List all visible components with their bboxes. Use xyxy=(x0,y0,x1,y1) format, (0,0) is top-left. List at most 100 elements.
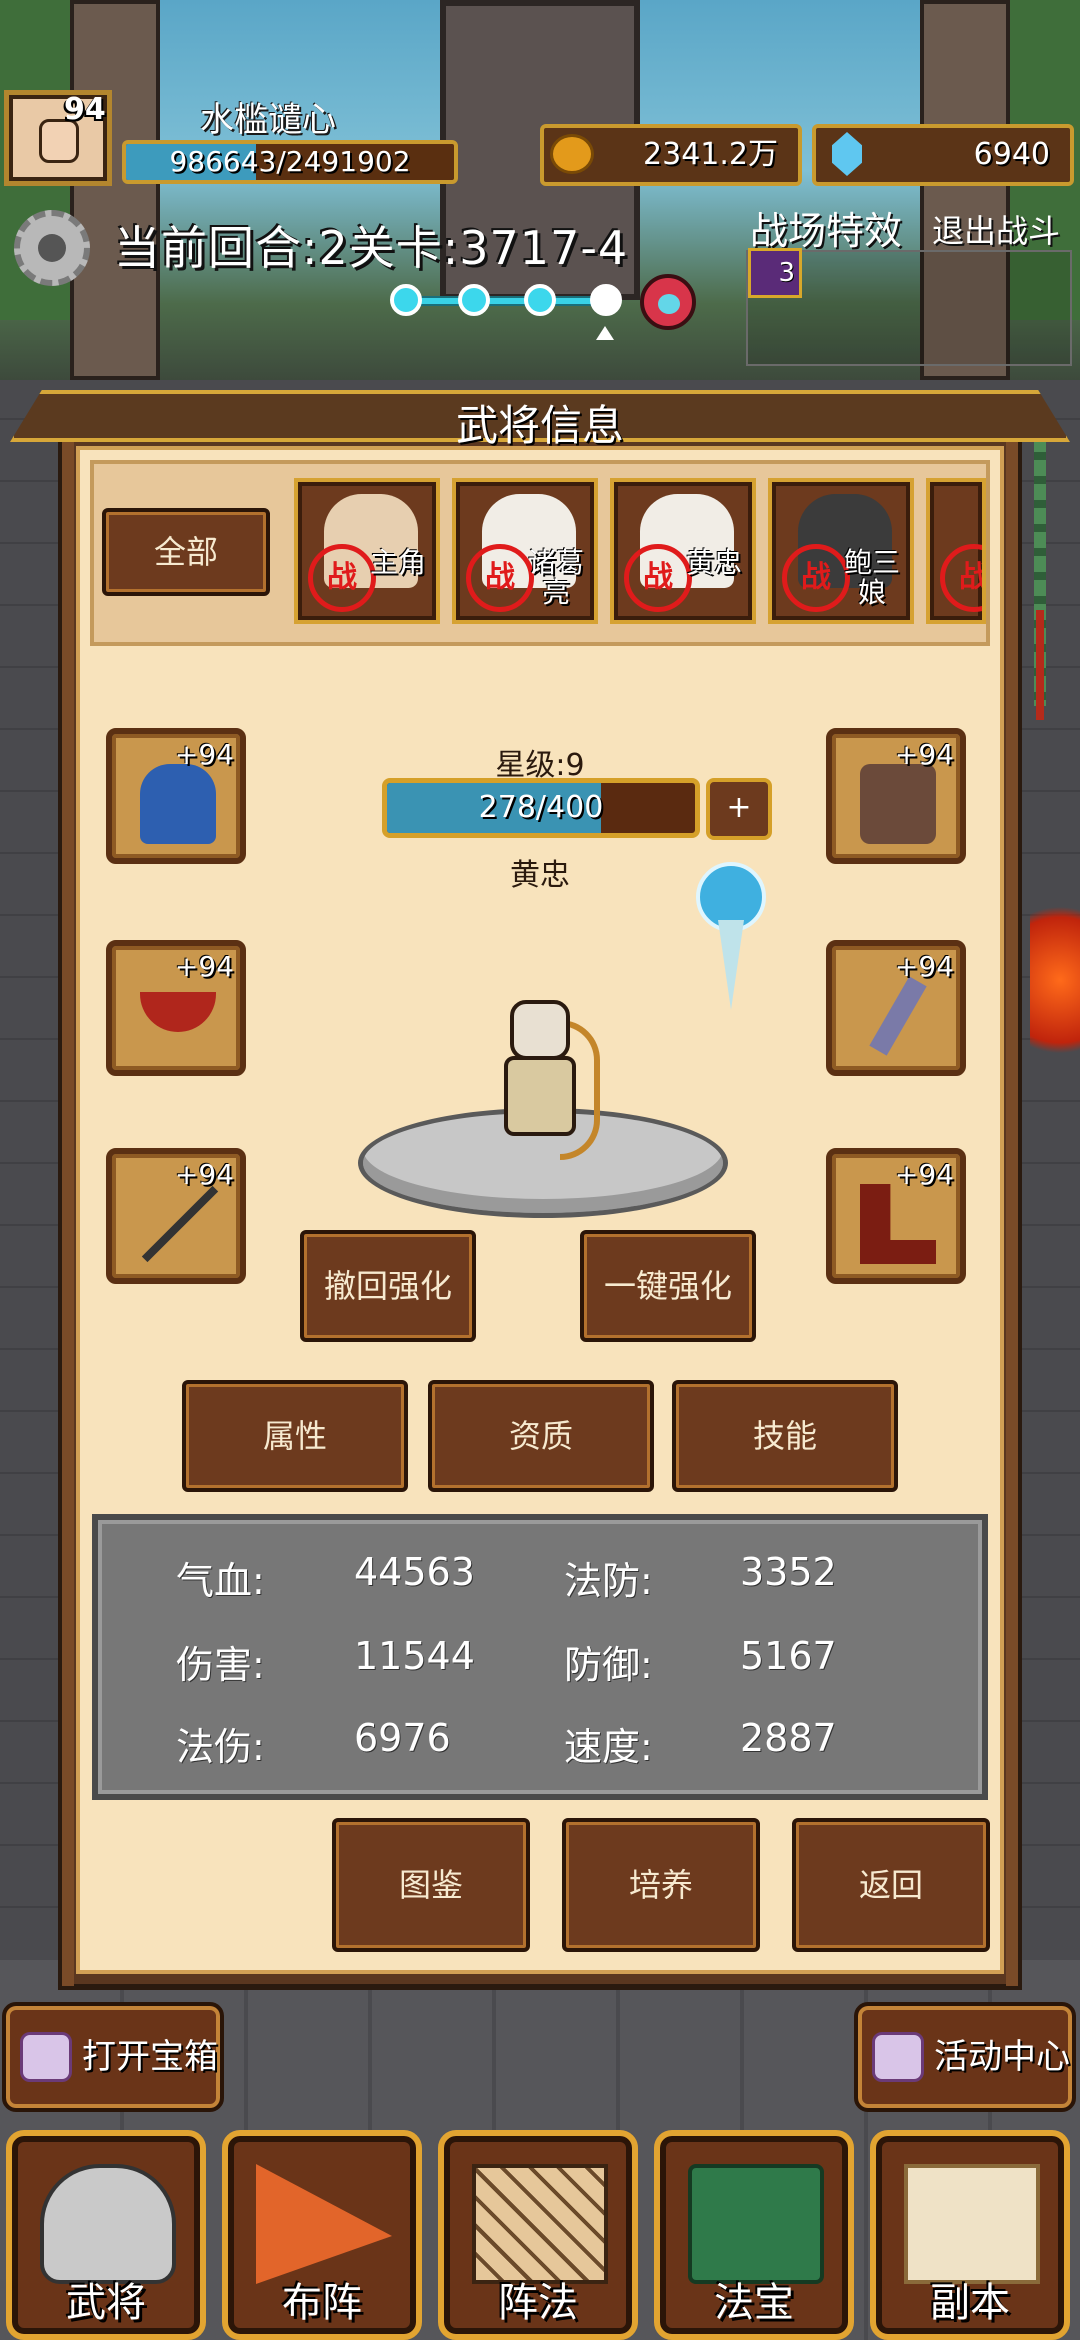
armor-icon xyxy=(860,764,936,844)
nav-array[interactable]: 阵法 xyxy=(438,2130,638,2340)
equip-slot-weapon[interactable]: +94 xyxy=(106,1148,246,1284)
fire-effect xyxy=(1030,880,1080,1080)
equip-level: +94 xyxy=(174,1158,234,1191)
background-pillar-left xyxy=(70,0,160,380)
filter-all-button[interactable]: 全部 xyxy=(102,508,270,596)
open-chest-button[interactable]: 打开宝箱 xyxy=(2,2002,224,2112)
boss-demon-icon xyxy=(640,274,696,330)
equip-slot-boots[interactable]: +94 xyxy=(826,1148,966,1284)
open-chest-label: 打开宝箱 xyxy=(82,2037,218,2077)
stat-speed-label: 速度: xyxy=(564,1725,653,1769)
stat-mdef-label: 法防: xyxy=(564,1559,653,1603)
stat-magic-damage-label: 法伤: xyxy=(176,1725,265,1769)
stat-speed-value: 2887 xyxy=(740,1716,837,1760)
hero-card[interactable]: 战 鲍三娘 xyxy=(768,478,914,624)
helmet-icon xyxy=(40,2164,176,2284)
spear-icon xyxy=(141,1185,219,1263)
hero-card-selected[interactable]: 战 黄忠 xyxy=(610,478,756,624)
stat-defense-value: 5167 xyxy=(740,1634,837,1678)
stat-mdef-value: 3352 xyxy=(740,1550,837,1594)
tab-attributes[interactable]: 属性 xyxy=(182,1380,408,1492)
go-board-icon xyxy=(472,2164,608,2284)
player-name: 水槛谴心 xyxy=(200,100,336,140)
stage-progress-dot-current xyxy=(590,284,622,316)
gold-display[interactable]: 2341.2万 xyxy=(540,124,802,186)
panel-pillar-left xyxy=(62,440,74,1986)
battle-effect-label[interactable]: 战场特效 xyxy=(750,200,902,255)
blue-gem-icon xyxy=(832,132,862,176)
nav-dungeon-label: 副本 xyxy=(930,2280,1010,2326)
add-exp-button[interactable]: + xyxy=(706,778,772,840)
stat-hp-value: 44563 xyxy=(354,1550,475,1594)
nav-generals[interactable]: 武将 xyxy=(6,2130,206,2340)
belt-icon xyxy=(140,992,216,1032)
auto-upgrade-button[interactable]: 一键强化 xyxy=(580,1230,756,1342)
equip-slot-belt[interactable]: +94 xyxy=(106,940,246,1076)
flag-icon xyxy=(256,2164,392,2284)
nav-generals-label: 武将 xyxy=(66,2280,146,2326)
star-exp-text: 278/400 xyxy=(478,790,604,825)
exit-battle-button[interactable]: 退出战斗 xyxy=(932,206,1060,252)
gallery-button[interactable]: 图鉴 xyxy=(332,1818,530,1952)
nav-formation[interactable]: 布阵 xyxy=(222,2130,422,2340)
gold-value: 2341.2万 xyxy=(643,137,778,172)
boots-icon xyxy=(860,1184,936,1264)
stage-progress-dot xyxy=(390,284,422,316)
selected-hero-name: 黄忠 xyxy=(510,858,570,893)
scroll-map-icon xyxy=(904,2164,1040,2284)
hero-body xyxy=(504,1056,576,1136)
equip-slot-accessory[interactable]: +94 xyxy=(826,940,966,1076)
stage-progress-dot xyxy=(458,284,490,316)
stat-hp-label: 气血: xyxy=(176,1559,265,1603)
player-level: 94 xyxy=(64,92,106,127)
panel-title: 武将信息 xyxy=(455,401,624,450)
hero-card-name: 鲍三娘 xyxy=(843,546,900,609)
current-stage-arrow-icon xyxy=(596,326,614,340)
activity-center-button[interactable]: 活动中心 xyxy=(854,2002,1076,2112)
equip-slot-helmet[interactable]: +94 xyxy=(106,728,246,864)
stage-progress-dot xyxy=(524,284,556,316)
cauldron-icon xyxy=(688,2164,824,2284)
gem-value: 6940 xyxy=(973,137,1050,172)
panel-pillar-right xyxy=(1006,440,1018,1986)
gear-icon[interactable] xyxy=(14,210,90,286)
stat-damage-value: 11544 xyxy=(354,1634,475,1678)
equip-level: +94 xyxy=(894,1158,954,1191)
hero-card[interactable]: 战 诸葛亮 xyxy=(452,478,598,624)
in-battle-mark: 战 xyxy=(940,544,982,612)
hero-card-name: 主角 xyxy=(369,546,426,579)
nav-treasure-label: 法宝 xyxy=(714,2280,794,2326)
tab-skills[interactable]: 技能 xyxy=(672,1380,898,1492)
hero-card-partial[interactable]: 战 xyxy=(926,478,986,624)
nav-treasure[interactable]: 法宝 xyxy=(654,2130,854,2340)
nav-formation-label: 布阵 xyxy=(282,2280,362,2326)
chest-icon xyxy=(20,2032,72,2082)
equip-level: +94 xyxy=(174,950,234,983)
hero-card-name: 黄忠 xyxy=(685,546,742,579)
gem-display[interactable]: 6940 xyxy=(812,124,1074,186)
player-hp-bar: 986643/2491902 xyxy=(122,140,458,184)
hp-bar-text: 986643/2491902 xyxy=(169,145,411,178)
activity-icon xyxy=(872,2032,924,2082)
nav-array-label: 阵法 xyxy=(498,2280,578,2326)
helmet-icon xyxy=(140,764,216,844)
tab-aptitude[interactable]: 资质 xyxy=(428,1380,654,1492)
equip-level: +94 xyxy=(894,738,954,771)
stage-progress-track xyxy=(406,296,616,306)
train-button[interactable]: 培养 xyxy=(562,1818,760,1952)
fan-weapon-icon xyxy=(869,976,927,1056)
nav-dungeon[interactable]: 副本 xyxy=(870,2130,1070,2340)
battle-effect-icon[interactable]: 3 xyxy=(748,248,802,298)
hero-sprite xyxy=(470,980,610,1170)
equip-level: +94 xyxy=(174,738,234,771)
star-exp-bar: 278/400 xyxy=(382,778,700,838)
hero-card[interactable]: 战 主角 xyxy=(294,478,440,624)
hero-weapon-icon[interactable] xyxy=(692,862,772,1010)
stat-damage-label: 伤害: xyxy=(176,1643,265,1687)
activity-center-label: 活动中心 xyxy=(934,2037,1070,2077)
weapon-blade xyxy=(718,920,744,1010)
equip-slot-armor[interactable]: +94 xyxy=(826,728,966,864)
back-button[interactable]: 返回 xyxy=(792,1818,990,1952)
revoke-upgrade-button[interactable]: 撤回强化 xyxy=(300,1230,476,1342)
hero-card-name: 诸葛亮 xyxy=(527,546,584,609)
